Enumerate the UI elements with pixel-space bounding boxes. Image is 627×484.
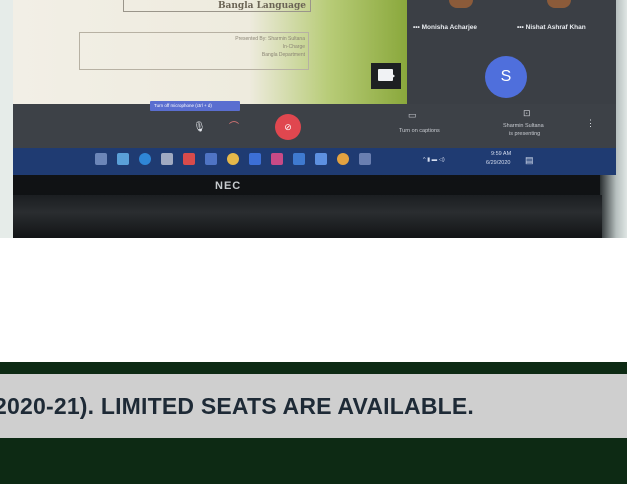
store-icon[interactable] [359, 153, 371, 165]
vertical-dots-icon[interactable]: ⋮ [586, 118, 595, 129]
camera-off-icon: ⊘ [284, 122, 292, 132]
microphone-tooltip: Turn off microphone (ctrl + d) [150, 101, 240, 111]
microphone-icon[interactable]: 🎙 [193, 122, 206, 133]
participant-name[interactable]: ••• Monisha Acharjee [413, 24, 477, 31]
app-icon[interactable] [315, 153, 327, 165]
taskview-icon[interactable] [95, 153, 107, 165]
presentation-slide: Bangla Language Presented By: Sharmin Su… [13, 0, 407, 104]
ellipsis-icon[interactable]: ••• [517, 24, 526, 31]
presenting-icon: ⊡ [523, 108, 531, 118]
slide-role: In-Charge [282, 44, 305, 50]
notification-icon[interactable]: ▤ [525, 155, 534, 166]
slide-presenter-box: Presented By: Sharmin Sultana In-Charge … [79, 32, 309, 70]
screen: Bangla Language Presented By: Sharmin Su… [13, 0, 616, 175]
system-tray-icons[interactable]: ^ ▮ ▬ ◁) [423, 157, 445, 163]
app-icon[interactable] [337, 153, 349, 165]
captions-icon[interactable]: ▭ [408, 110, 417, 121]
monitor-bezel [13, 195, 602, 238]
avatar: S [485, 56, 527, 98]
app-icon[interactable] [117, 153, 129, 165]
clock-date[interactable]: 6/29/2020 [486, 160, 510, 166]
participant-thumbnail [449, 0, 473, 8]
ellipsis-icon[interactable]: ••• [413, 24, 422, 31]
captions-button[interactable]: Turn on captions [399, 128, 440, 134]
call-controls-bar: 🎙 ⌒ ▭ Turn on captions ⊡ Sharmin Sultana… [13, 104, 616, 148]
edge-icon[interactable] [139, 153, 151, 165]
monitor-photo: Bangla Language Presented By: Sharmin Su… [0, 0, 627, 238]
present-screen-icon[interactable] [371, 63, 401, 89]
hand-icon[interactable]: ⌒ [229, 118, 239, 133]
settings-icon[interactable] [161, 153, 173, 165]
participant-thumbnail [547, 0, 571, 8]
windows-taskbar: ^ ▮ ▬ ◁) 9:59 AM 6/29/2020 ▤ [13, 148, 616, 175]
app-icon[interactable] [271, 153, 283, 165]
app-icon[interactable] [205, 153, 217, 165]
banner-text: 2020-21). LIMITED SEATS ARE AVAILABLE. [0, 393, 475, 419]
slide-presented-by: Presented By: Sharmin Sultana [235, 36, 305, 42]
clock-time[interactable]: 9:59 AM [491, 151, 511, 157]
end-call-button[interactable]: ⊘ [275, 114, 301, 140]
word-icon[interactable] [249, 153, 261, 165]
presenter-status: is presenting [509, 131, 541, 137]
presenter-name: Sharmin Sultana [503, 123, 544, 129]
banner: 2020-21). LIMITED SEATS ARE AVAILABLE. [0, 362, 627, 484]
slide-department: Bangla Department [261, 52, 305, 58]
chrome-icon[interactable] [227, 153, 239, 165]
slide-title: Bangla Language [123, 0, 311, 12]
brand-logo: NEC [215, 180, 242, 192]
app-icon[interactable] [183, 153, 195, 165]
participant-name[interactable]: ••• Nishat Ashraf Khan [517, 24, 586, 31]
app-icon[interactable] [293, 153, 305, 165]
